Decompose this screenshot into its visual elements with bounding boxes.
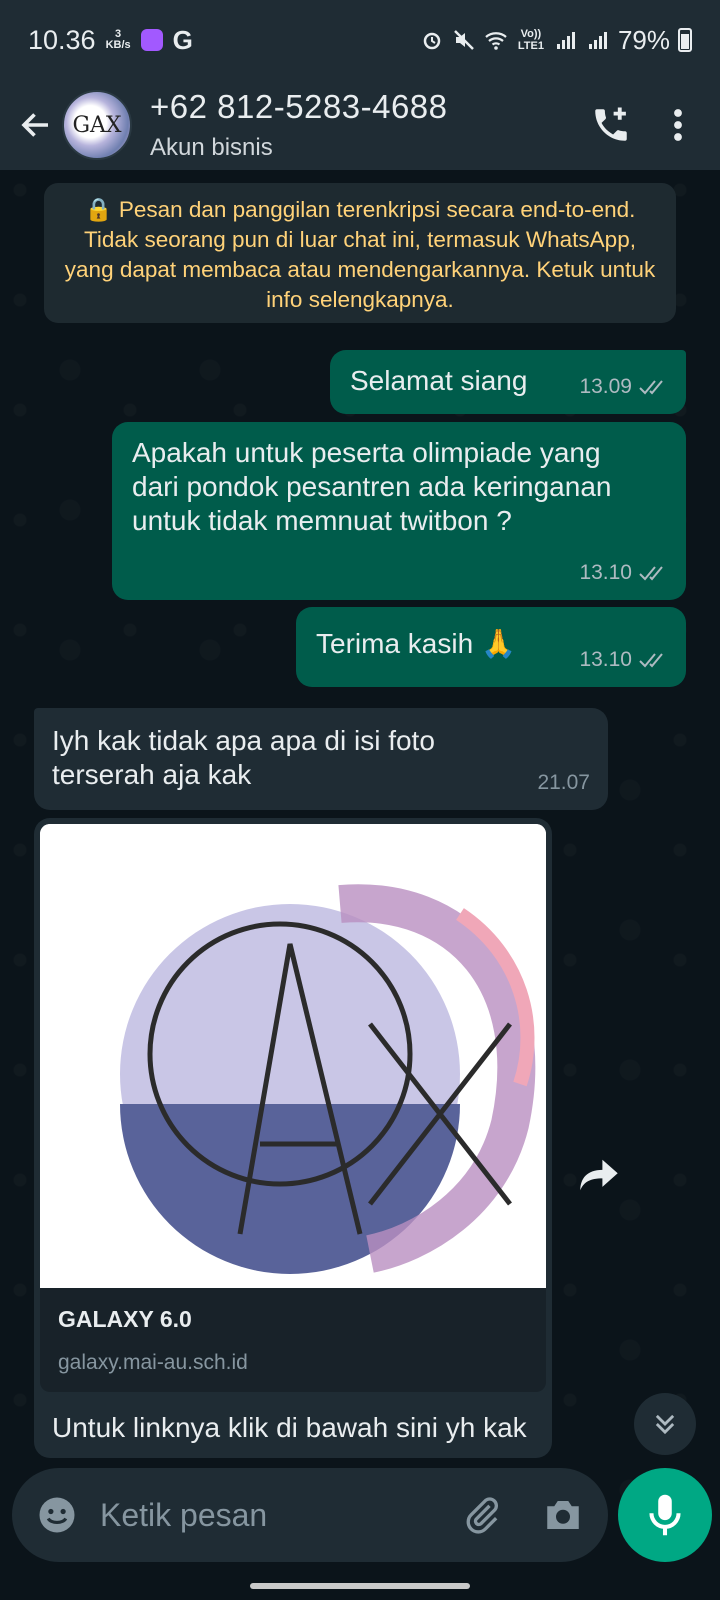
gesture-bar[interactable] [250,1583,470,1589]
link-url: galaxy.mai-au.sch.id [58,1351,248,1374]
back-button[interactable] [6,95,66,155]
voice-message-button[interactable] [618,1468,712,1562]
double-chevron-down-icon [655,1414,675,1435]
message-text: Iyh kak tidak apa apa di isi foto terser… [52,725,435,790]
message-text: Untuk linknya klik di bawah sini yh kak [52,1412,527,1443]
encryption-notice[interactable]: 🔒 Pesan dan panggilan terenkripsi secara… [44,183,676,323]
message-bubble-link[interactable]: GAX GALAXY 6.0 galaxy.mai-au.sch.id Untu… [34,818,552,1458]
contact-info[interactable]: +62 812-5283-4688 Akun bisnis [150,88,448,162]
forward-button[interactable] [572,1148,626,1202]
message-text: Selamat siang [350,365,528,396]
double-tick-icon [639,653,663,668]
attach-icon[interactable] [462,1495,502,1535]
alarm-icon [423,32,441,50]
mic-icon [649,1494,681,1536]
contact-subtitle: Akun bisnis [150,134,273,161]
status-bar: 10.36 3 KB/s G Vo)) LTE1 79% [0,0,720,80]
link-title: GALAXY 6.0 [58,1306,192,1332]
message-text: Terima kasih 🙏 [316,628,516,659]
avatar[interactable]: GAX [62,90,132,160]
scroll-to-bottom-button[interactable] [634,1393,696,1455]
message-bubble-incoming[interactable]: Iyh kak tidak apa apa di isi foto terser… [34,708,608,810]
net-speed: 3 KB/s [105,28,131,51]
camera-icon[interactable] [542,1494,584,1536]
message-bubble-outgoing[interactable]: Terima kasih 🙏 13.10 [296,607,686,687]
message-bubble-outgoing[interactable]: Apakah untuk peserta olimpiade yang dari… [112,422,686,600]
message-composer: Ketik pesan [12,1468,608,1562]
more-options-icon[interactable] [672,107,684,143]
message-time: 13.09 [579,375,632,398]
galaxy-logo: GAX [40,824,546,1288]
app-notification-icon [140,29,163,51]
signal-icon-1 [556,32,575,49]
message-time: 21.07 [537,771,590,794]
double-tick-icon [639,566,663,581]
chat-header: GAX +62 812-5283-4688 Akun bisnis [0,80,720,170]
message-time: 13.10 [579,648,632,671]
battery-icon [678,28,692,52]
battery-percent: 79% [617,24,670,55]
message-input[interactable]: Ketik pesan [100,1497,267,1534]
link-preview-image[interactable]: GAX [40,824,546,1288]
lte-indicator: Vo)) LTE1 [517,28,544,52]
emoji-icon[interactable] [36,1494,78,1536]
message-bubble-outgoing[interactable]: Selamat siang 13.09 [330,350,686,414]
message-time: 13.10 [579,561,632,584]
add-call-icon[interactable] [590,104,632,146]
signal-icon-2 [588,32,607,49]
double-tick-icon [639,380,663,395]
forward-icon [580,1159,618,1191]
message-text: Apakah untuk peserta olimpiade yang dari… [132,437,612,536]
back-arrow-icon [21,113,48,137]
link-preview-meta[interactable]: GALAXY 6.0 galaxy.mai-au.sch.id [40,1288,546,1392]
contact-name: +62 812-5283-4688 [150,88,448,125]
wifi-icon [485,32,507,50]
clock: 10.36 [28,24,96,55]
mute-icon [454,30,474,50]
google-icon: G [172,24,193,55]
